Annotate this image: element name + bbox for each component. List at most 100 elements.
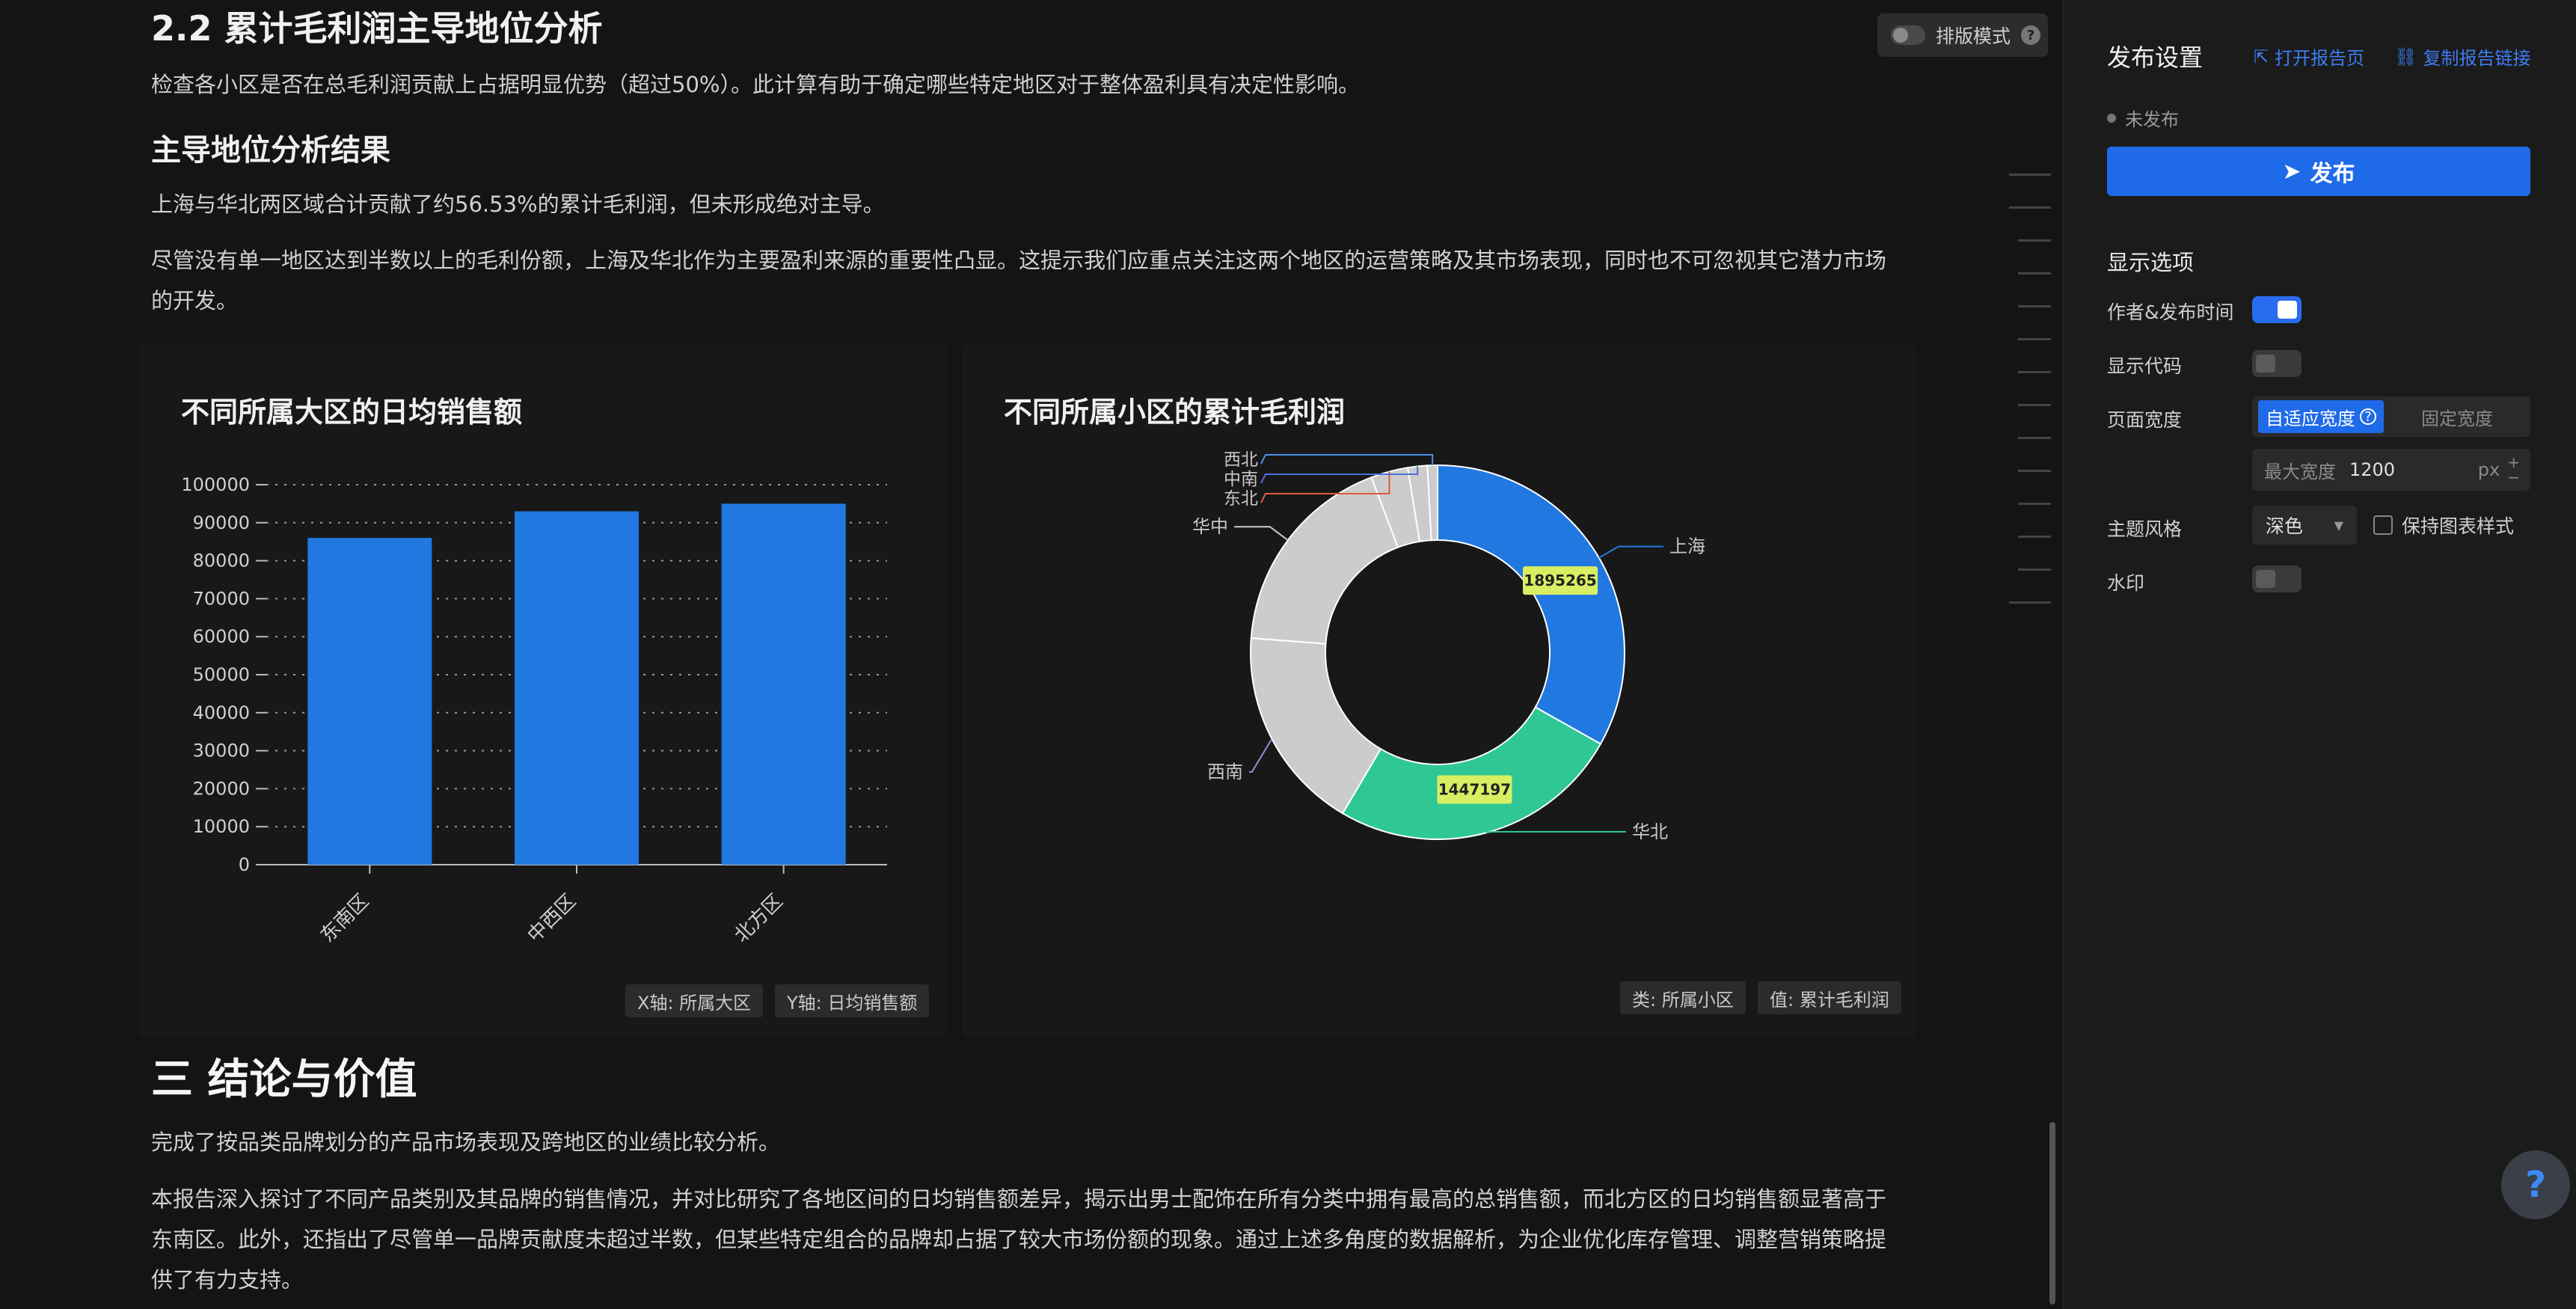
y-axis-chip[interactable]: Y轴: 日均销售额 xyxy=(775,984,930,1017)
data-label: 1895265 xyxy=(1524,571,1596,589)
open-report-link[interactable]: ⇱ 打开报告页 xyxy=(2254,43,2364,70)
show-code-toggle[interactable] xyxy=(2252,350,2301,377)
slice-label: 上海 xyxy=(1669,536,1705,557)
category-chip[interactable]: 类: 所属小区 xyxy=(1620,981,1746,1014)
x-axis-chip[interactable]: X轴: 所属大区 xyxy=(625,984,764,1017)
max-width-input[interactable]: 最大宽度 1200 px + − xyxy=(2252,449,2530,491)
data-label: 1447197 xyxy=(1438,780,1511,798)
result-paragraph-2-line-2: 的开发。 xyxy=(151,288,239,313)
theme-select[interactable]: 深色 ▼ xyxy=(2252,506,2357,545)
bar-北方区 xyxy=(721,503,846,865)
watermark-label: 水印 xyxy=(2107,572,2145,594)
copy-link-button[interactable]: ⛓ 复制报告链接 xyxy=(2394,43,2530,70)
external-link-icon: ⇱ xyxy=(2254,46,2269,67)
open-report-label: 打开报告页 xyxy=(2275,48,2365,69)
y-tick-label: 70000 xyxy=(193,588,250,609)
status-label: 未发布 xyxy=(2125,109,2179,130)
status-dot-icon xyxy=(2107,113,2116,123)
keep-chart-style-row[interactable]: 保持图表样式 xyxy=(2373,512,2514,539)
help-button[interactable]: ? xyxy=(2501,1150,2570,1219)
bar-中西区 xyxy=(515,511,639,865)
publish-button[interactable]: ➤ 发布 xyxy=(2107,147,2530,196)
publish-label: 发布 xyxy=(2310,161,2355,187)
y-tick-label: 50000 xyxy=(193,664,250,685)
display-options-title: 显示选项 xyxy=(2107,250,2195,275)
result-title: 主导地位分析结果 xyxy=(151,133,390,168)
outline-navigator[interactable] xyxy=(2002,174,2051,634)
slice-label: 西南 xyxy=(1207,761,1243,782)
pie-chart-card: 不同所属小区的累计毛利润 上海 华北 西南 华中 东北 中南 西北 1895265 144719… xyxy=(962,344,1916,1037)
conclusion-paragraph-2-line-2: 东南区。此外，还指出了尽管单一品牌贡献度未超过半数，但某些特定组合的品牌却占据了… xyxy=(151,1227,1887,1252)
slice-华北 xyxy=(1341,706,1602,840)
adaptive-width-label: 自适应宽度 xyxy=(2266,408,2355,429)
bar-chart-card: 不同所属大区的日均销售额 0 10000 20000 30000 40000 50000 6… xyxy=(139,344,947,1037)
report-content: 2.2 累计毛利润主导地位分析 排版模式 ? 检查各小区是否在总毛利润贡献上占据… xyxy=(0,0,2058,1309)
slice-label: 华中 xyxy=(1192,516,1228,537)
y-tick-label: 10000 xyxy=(193,816,250,837)
layout-mode-label: 排版模式 xyxy=(1936,25,2011,47)
adaptive-width-option[interactable]: 自适应宽度 ? xyxy=(2258,400,2384,433)
slice-label: 中南 xyxy=(1224,470,1258,489)
y-tick-label: 0 xyxy=(239,854,250,875)
leader-line xyxy=(1598,545,1663,559)
stepper-icon[interactable]: + − xyxy=(2507,455,2520,485)
bar-东南区 xyxy=(307,538,432,865)
page-width-label: 页面宽度 xyxy=(2107,409,2183,431)
value-chip[interactable]: 值: 累计毛利润 xyxy=(1758,981,1901,1014)
conclusion-paragraph-2-line-3: 供了有力支持。 xyxy=(151,1267,304,1293)
y-tick-label: 20000 xyxy=(193,778,250,799)
help-circle-icon[interactable]: ? xyxy=(2021,25,2041,45)
leader-line xyxy=(1260,454,1434,466)
y-tick-label: 80000 xyxy=(193,551,250,571)
leader-line xyxy=(1234,526,1289,541)
leader-line xyxy=(1249,738,1273,773)
y-tick-label: 90000 xyxy=(193,512,250,533)
max-width-value[interactable]: 1200 xyxy=(2349,459,2395,480)
x-tick-label: 中西区 xyxy=(524,890,580,947)
leader-line xyxy=(1485,831,1626,834)
x-tick-label: 北方区 xyxy=(730,890,787,947)
help-circle-icon[interactable]: ? xyxy=(2360,408,2376,425)
slice-label: 华北 xyxy=(1632,821,1668,842)
bar-chart: 0 10000 20000 30000 40000 50000 60000 70000 8000… xyxy=(181,474,887,947)
scrollbar[interactable] xyxy=(2049,1122,2055,1305)
panel-title: 发布设置 xyxy=(2107,43,2204,72)
conclusion-paragraph-2-line-1: 本报告深入探讨了不同产品类别及其品牌的销售情况，并对比研究了各地区间的日均销售额… xyxy=(151,1186,1887,1212)
pie-chart: 上海华北 西南 华中 东北中南西北 1895265 1447197 xyxy=(1192,450,1705,842)
conclusion-paragraph-1: 完成了按品类品牌划分的产品市场表现及跨地区的业绩比较分析。 xyxy=(151,1129,781,1155)
max-width-label: 最大宽度 xyxy=(2264,461,2336,482)
watermark-toggle[interactable] xyxy=(2252,565,2301,592)
author-time-label: 作者&发布时间 xyxy=(2107,301,2234,323)
slice-label: 西北 xyxy=(1224,450,1258,470)
x-tick-label: 东南区 xyxy=(316,890,373,947)
keep-chart-style-label: 保持图表样式 xyxy=(2402,515,2515,537)
author-time-toggle[interactable] xyxy=(2252,296,2301,323)
result-paragraph-2-line-1: 尽管没有单一地区达到半数以上的毛利份额，上海及华北作为主要盈利来源的重要性凸显。… xyxy=(151,248,1887,273)
theme-value: 深色 xyxy=(2266,515,2304,537)
link-icon: ⛓ xyxy=(2394,46,2417,67)
section-title: 2.2 累计毛利润主导地位分析 xyxy=(151,8,603,49)
show-code-label: 显示代码 xyxy=(2107,355,2183,377)
fixed-width-option[interactable]: 固定宽度 xyxy=(2384,404,2530,430)
theme-label: 主题风格 xyxy=(2107,518,2183,540)
layout-mode-switch[interactable] xyxy=(1891,25,1925,45)
slice-华中 xyxy=(1250,476,1399,645)
layout-mode-toggle[interactable]: 排版模式 ? xyxy=(1877,13,2048,57)
y-tick-label: 40000 xyxy=(193,702,250,723)
caret-down-icon: ▼ xyxy=(2334,518,2343,533)
publish-settings-panel: 发布设置 ⇱ 打开报告页 ⛓ 复制报告链接 未发布 ➤ 发布 显示选项 作者&发… xyxy=(2063,0,2576,1309)
keep-chart-style-checkbox[interactable] xyxy=(2373,515,2393,535)
y-tick-label: 30000 xyxy=(193,741,250,761)
send-icon: ➤ xyxy=(2282,158,2301,185)
conclusion-title: 三 结论与价值 xyxy=(151,1055,417,1104)
slice-上海 xyxy=(1437,464,1625,745)
y-tick-label: 60000 xyxy=(193,626,250,647)
publish-status: 未发布 xyxy=(2107,105,2179,131)
page-width-segmented: 自适应宽度 ? 固定宽度 xyxy=(2252,396,2530,437)
section-intro: 检查各小区是否在总毛利润贡献上占据明显优势（超过50%）。此计算有助于确定哪些特… xyxy=(151,72,1360,97)
y-tick-label: 100000 xyxy=(181,474,250,495)
copy-link-label: 复制报告链接 xyxy=(2423,48,2531,69)
max-width-unit: px xyxy=(2477,459,2500,480)
result-paragraph-1: 上海与华北两区域合计贡献了约56.53%的累计毛利润，但未形成绝对主导。 xyxy=(151,191,885,217)
slice-label: 东北 xyxy=(1224,489,1258,509)
